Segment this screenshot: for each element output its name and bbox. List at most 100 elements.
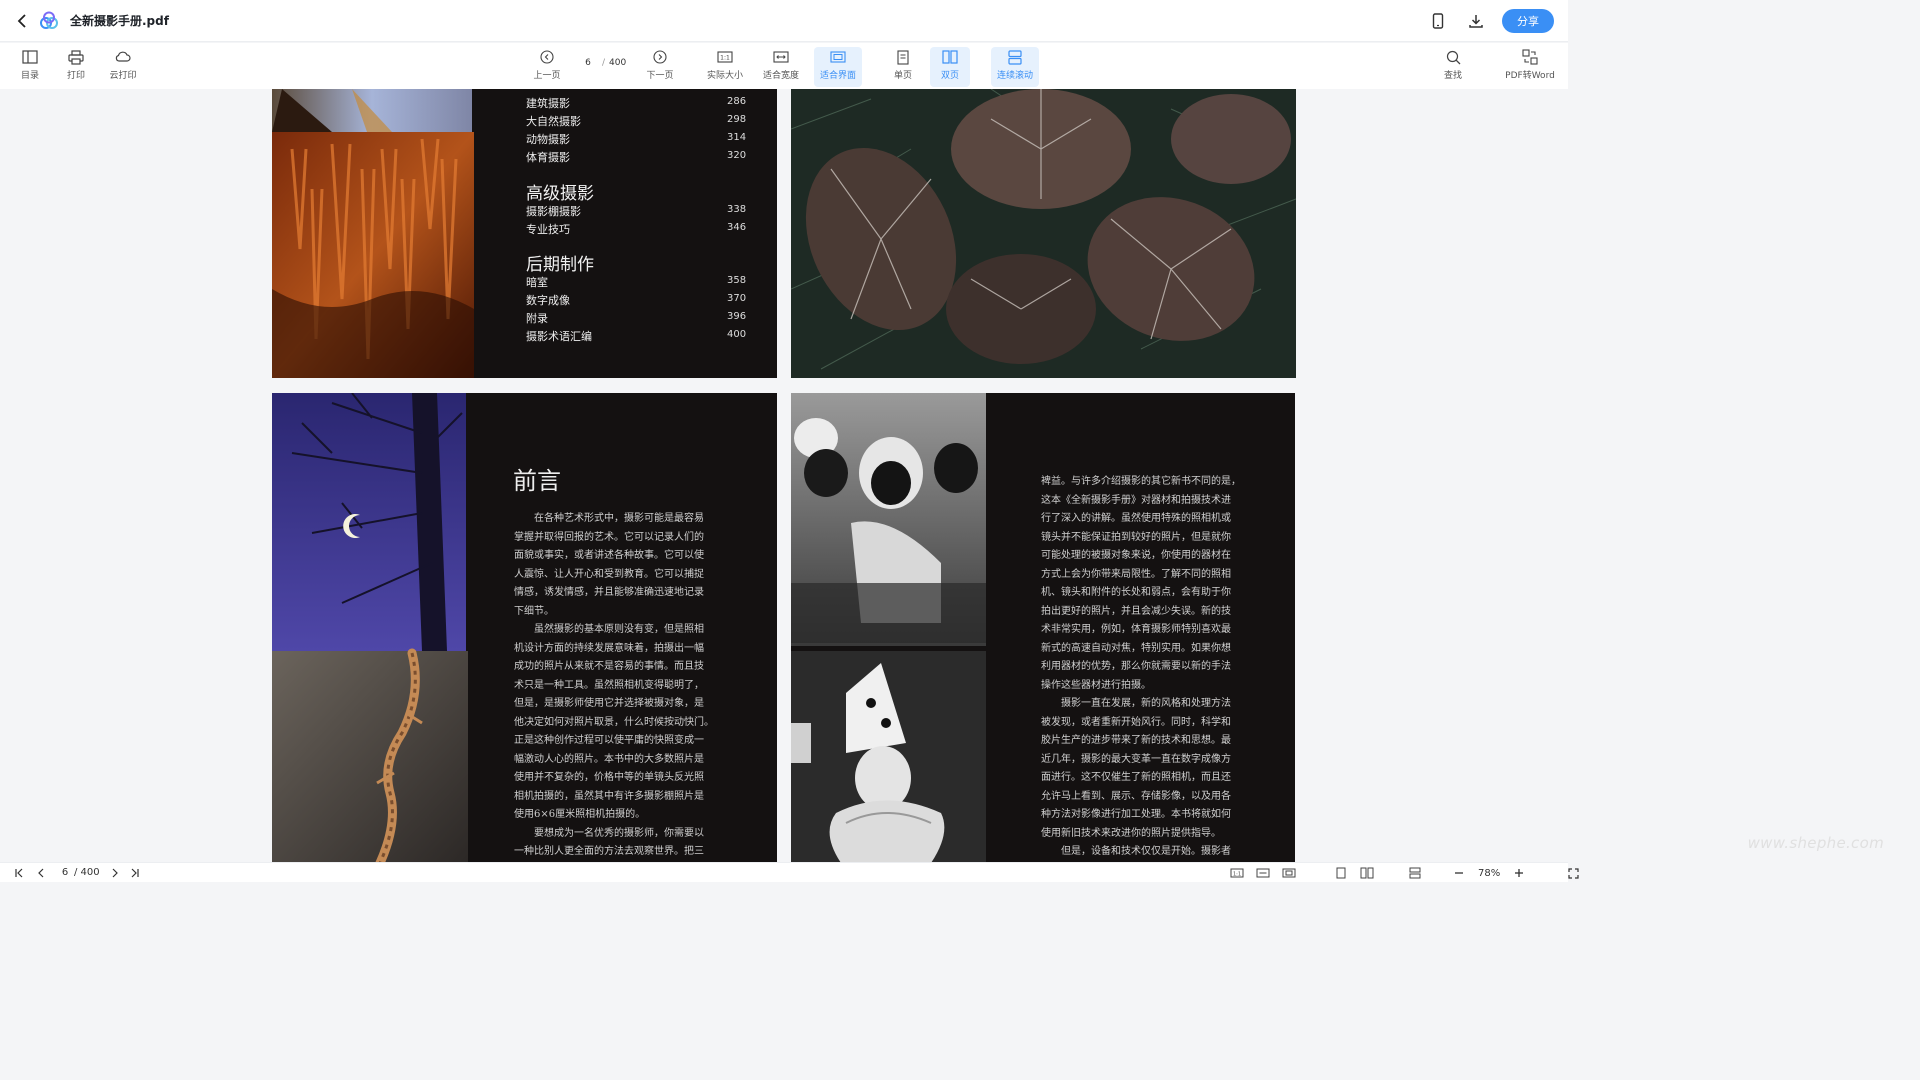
fit-width-button[interactable]: 适合宽度 <box>760 47 802 81</box>
toc-page: 370 <box>727 293 747 304</box>
text-line: 面貌或事实，或者讲述各种故事。它可以使 <box>514 550 704 561</box>
text-line: 人震惊、让人开心和受到教育。它可以捕捉 <box>514 568 704 580</box>
fit-width-small-icon[interactable] <box>1256 866 1270 880</box>
text-line: 这本《全新摄影手册》对器材和拍摄技术进 <box>1041 494 1231 506</box>
scroll-label: 连续滚动 <box>996 71 1033 81</box>
fit-page-small-icon[interactable] <box>1282 866 1296 880</box>
toc-section-heading: 高级摄影 <box>526 184 594 204</box>
svg-text:1:1: 1:1 <box>1233 872 1241 878</box>
toc-button[interactable]: 目录 <box>18 47 42 81</box>
print-label: 打印 <box>66 71 85 81</box>
back-icon[interactable] <box>12 10 34 32</box>
text-line: 但是，设备和技术仅仅是开始。摄影者 <box>1041 846 1231 857</box>
text-line: 操作这些器材进行拍摄。 <box>1041 679 1151 691</box>
toc-page: 338 <box>727 204 747 215</box>
title-bar: 全新摄影手册.pdf 分享 <box>0 0 1568 42</box>
text-line: 近几年，摄影的最大变革一直在数字成像方 <box>1041 753 1231 765</box>
fit-width-label: 适合宽度 <box>762 71 799 81</box>
convert-icon <box>1520 47 1540 67</box>
single-page-button[interactable]: 单页 <box>890 47 916 81</box>
search-icon <box>1443 47 1463 67</box>
toc-entry: 动物摄影 <box>526 133 570 146</box>
text-line: 术只是一种工具。虽然照相机变得聪明了， <box>514 679 704 691</box>
zoom-level[interactable]: 78% <box>1478 868 1500 879</box>
toc-page: 286 <box>727 96 747 107</box>
table-of-contents: 建筑摄影 286 大自然摄影 298 动物摄影 314 体育摄影 320 高级摄… <box>272 89 777 378</box>
toc-page: 320 <box>727 150 747 161</box>
text-line: 被发现，或者重新开始风行。同时，科学和 <box>1041 716 1231 728</box>
status-total-pages: / 400 <box>74 867 100 878</box>
toc-entry: 附录 <box>526 312 548 325</box>
zoom-out-icon[interactable] <box>1452 866 1466 880</box>
page-indicator: 6 / 400 <box>578 58 626 68</box>
zoom-in-icon[interactable] <box>1512 866 1526 880</box>
cloud-print-button[interactable]: 云打印 <box>106 47 140 81</box>
double-page-icon <box>940 47 960 67</box>
sidebar-icon <box>20 47 40 67</box>
toc-label: 目录 <box>20 71 39 81</box>
actual-size-icon: 1:1 <box>715 47 735 67</box>
pdf-page-toc: 建筑摄影 286 大自然摄影 298 动物摄影 314 体育摄影 320 高级摄… <box>272 89 777 378</box>
frosted-leaves-photo <box>791 89 1296 378</box>
text-line: 相机拍摄的，虽然其中有许多摄影棚照片是 <box>514 790 704 802</box>
preface-title: 前言 <box>513 467 561 495</box>
fit-page-button[interactable]: 适合界面 <box>814 47 862 87</box>
actual-size-label: 实际大小 <box>706 71 743 81</box>
actual-size-button[interactable]: 1:1 实际大小 <box>704 47 746 81</box>
text-line: 机、镜头和附件的长处和弱点，会有助于你 <box>1041 587 1231 598</box>
prev-page-icon[interactable] <box>34 866 48 880</box>
continuous-scroll-button[interactable]: 连续滚动 <box>991 47 1039 87</box>
text-line: 拍出更好的照片，并且会减少失误。新的技 <box>1041 605 1231 617</box>
text-line: 使用新旧技术来改进你的照片提供指导。 <box>1041 827 1221 839</box>
svg-text:1:1: 1:1 <box>720 55 730 62</box>
last-page-icon[interactable] <box>128 866 142 880</box>
text-line: 种方法对影像进行加工处理。本书将就如何 <box>1041 809 1231 820</box>
mobile-icon[interactable] <box>1426 9 1450 33</box>
document-viewer[interactable]: 建筑摄影 286 大自然摄影 298 动物摄影 314 体育摄影 320 高级摄… <box>0 89 1568 862</box>
next-circle-icon <box>650 47 670 67</box>
text-line: 机设计方面的持续发展意味着，拍摄出一幅 <box>514 642 704 654</box>
view-controls: 1:1 78% <box>1230 866 1580 880</box>
double-page-small-icon[interactable] <box>1360 866 1374 880</box>
text-line: 虽然摄影的基本原则没有变，但是照相 <box>514 624 704 635</box>
toc-entry: 暗室 <box>526 276 548 289</box>
text-line: 新式的高速自动对焦，特别实用。如果你想 <box>1041 642 1231 654</box>
next-label: 下一页 <box>646 71 674 81</box>
text-line: 但是，是摄影师使用它并选择被摄对象，是 <box>514 698 704 709</box>
text-line: 幅激动人心的照片。本书中的大多数照片是 <box>514 753 704 765</box>
toc-section-heading: 后期制作 <box>526 255 594 275</box>
fit-page-icon <box>828 47 848 67</box>
share-button[interactable]: 分享 <box>1502 9 1554 33</box>
first-page-icon[interactable] <box>12 866 26 880</box>
single-page-small-icon[interactable] <box>1334 866 1348 880</box>
prev-page-button[interactable]: 上一页 <box>531 47 563 81</box>
preface-text-right: 裨益。与许多介绍摄影的其它新书不同的是， 这本《全新摄影手册》对器材和拍摄技术进行… <box>1041 473 1281 862</box>
text-line: 掌握并取得回报的艺术。它可以记录人们的 <box>514 531 704 543</box>
page-number-input[interactable]: 6 <box>578 58 598 68</box>
printer-icon <box>66 47 86 67</box>
download-icon[interactable] <box>1464 9 1488 33</box>
text-line: 正是这种创作过程可以使平庸的快照变成一 <box>514 735 704 746</box>
next-page-button[interactable]: 下一页 <box>644 47 676 81</box>
pdf-page-preface: 前言 在各种艺术形式中，摄影可能是最容易 掌握并取得回报的艺术。它可以记录人们的面… <box>272 393 777 862</box>
fit-width-icon <box>771 47 791 67</box>
double-page-button[interactable]: 双页 <box>930 47 970 87</box>
print-button[interactable]: 打印 <box>64 47 88 81</box>
pdf-page-leaves <box>791 89 1296 378</box>
actual-size-small-icon[interactable]: 1:1 <box>1230 866 1244 880</box>
text-line: 面进行。这不仅催生了新的照相机，而且还 <box>1041 772 1231 783</box>
status-page-input[interactable]: 6 <box>58 867 72 878</box>
text-line: 术非常实用，例如，体育摄影师特别喜欢最 <box>1041 624 1231 635</box>
toc-page: 346 <box>727 222 747 233</box>
text-line: 允许马上看到、展示、存储影像，以及用各 <box>1041 790 1231 802</box>
find-button[interactable]: 查找 <box>1440 47 1466 81</box>
toc-page: 314 <box>727 132 747 143</box>
pdf-to-word-button[interactable]: PDF转Word <box>1500 47 1560 81</box>
text-line: 镜头并不能保证拍到较好的照片，但是就你 <box>1041 531 1231 543</box>
next-page-icon[interactable] <box>108 866 122 880</box>
cloud-print-label: 云打印 <box>109 71 137 81</box>
scroll-small-icon[interactable] <box>1408 866 1422 880</box>
text-line: 可能处理的被摄对象来说，你使用的器材在 <box>1041 550 1231 561</box>
toc-entry: 大自然摄影 <box>526 115 581 128</box>
fullscreen-icon[interactable] <box>1566 866 1580 880</box>
